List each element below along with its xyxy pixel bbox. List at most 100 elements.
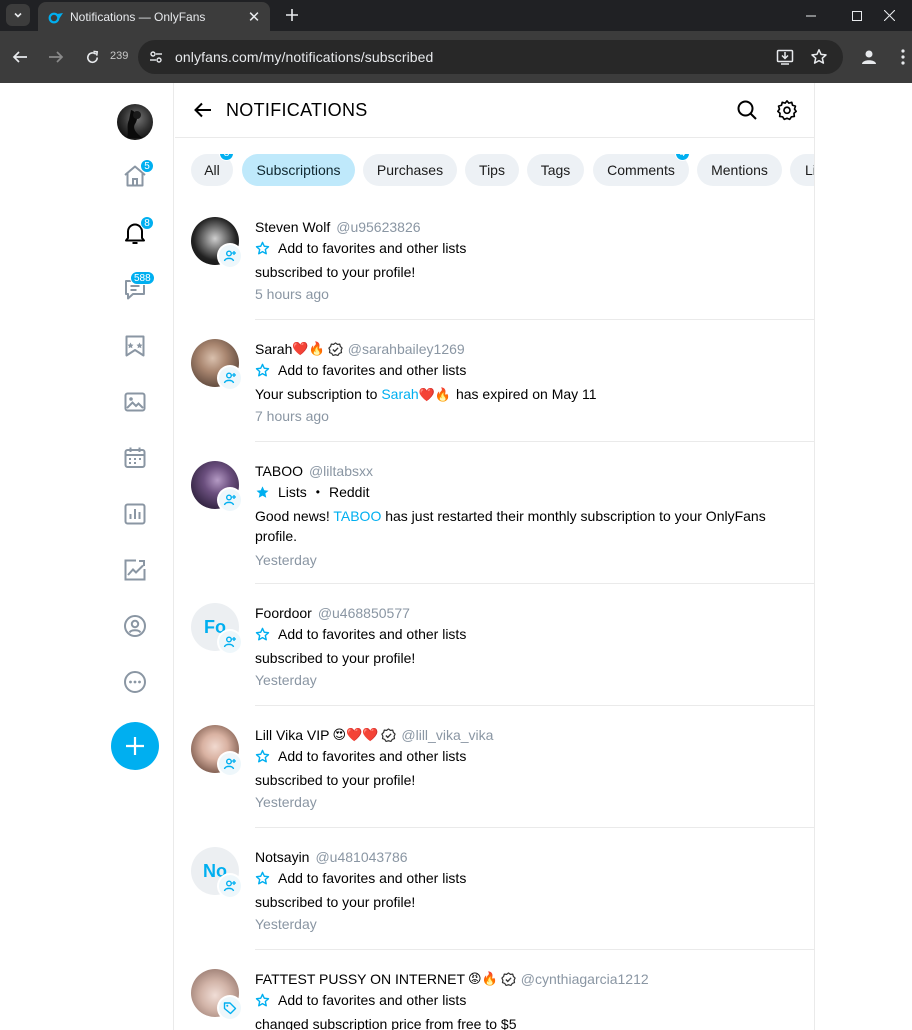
username[interactable]: @lill_vika_vika bbox=[401, 727, 493, 743]
nav-more[interactable] bbox=[121, 668, 149, 696]
username[interactable]: @u481043786 bbox=[315, 849, 407, 865]
nav-statements[interactable] bbox=[121, 500, 149, 528]
search-button[interactable] bbox=[735, 98, 759, 122]
username[interactable]: @liltabsxx bbox=[309, 463, 373, 479]
notification-message: subscribed to your profile! bbox=[255, 650, 416, 666]
add-to-lists[interactable]: Add to favorites and other lists bbox=[255, 362, 466, 378]
link-emojis: ❤️🔥 bbox=[418, 387, 452, 402]
filter-chip-tips[interactable]: Tips bbox=[465, 154, 519, 186]
bar-chart-icon bbox=[124, 503, 146, 525]
settings-button[interactable] bbox=[775, 98, 799, 122]
username[interactable]: @u468850577 bbox=[318, 605, 410, 621]
browser-menu-button[interactable] bbox=[894, 45, 912, 69]
minimize-button[interactable] bbox=[788, 0, 834, 31]
add-to-lists[interactable]: Add to favorites and other lists bbox=[255, 992, 466, 1008]
profile-link[interactable]: TABOO bbox=[333, 508, 381, 524]
divider bbox=[255, 949, 814, 950]
nav-queue[interactable] bbox=[121, 444, 149, 472]
gear-icon bbox=[777, 100, 797, 121]
timestamp: 5 hours ago bbox=[255, 286, 329, 302]
chip-label: Comments bbox=[607, 162, 675, 178]
display-name[interactable]: Steven Wolf bbox=[255, 219, 330, 235]
tab-search-button[interactable] bbox=[6, 4, 30, 26]
user-lists[interactable]: Lists • Reddit bbox=[255, 484, 369, 500]
image-icon bbox=[124, 392, 146, 412]
chip-label: Purchases bbox=[376, 162, 444, 178]
nav-vault[interactable] bbox=[121, 388, 149, 416]
notification-item[interactable]: FATTEST PUSSY ON INTERNET 😡🔥 @cynthiagar… bbox=[175, 957, 814, 1030]
install-app-icon[interactable] bbox=[776, 48, 794, 71]
url-text[interactable]: onlyfans.com/my/notifications/subscribed bbox=[175, 49, 433, 65]
user-avatar[interactable] bbox=[117, 104, 153, 140]
filter-chip-lists[interactable]: Li bbox=[790, 154, 814, 186]
user-plus-icon bbox=[223, 494, 236, 506]
reload-counter: 239 bbox=[110, 50, 129, 62]
filter-chip-comments[interactable]: Comments 4 bbox=[593, 154, 690, 186]
bookmark-star-icon[interactable] bbox=[810, 48, 828, 71]
display-name[interactable]: Sarah bbox=[255, 341, 292, 357]
browser-tab[interactable]: Notifications — OnlyFans ✕ bbox=[38, 2, 270, 31]
nav-notifications[interactable]: 8 bbox=[121, 216, 154, 247]
reload-icon bbox=[86, 50, 98, 63]
add-to-lists[interactable]: Add to favorites and other lists bbox=[255, 870, 466, 886]
add-to-lists-label: Add to favorites and other lists bbox=[278, 240, 467, 256]
profile-button[interactable] bbox=[857, 45, 881, 69]
filter-chip-all[interactable]: All 8 bbox=[191, 154, 234, 186]
close-window-button[interactable] bbox=[866, 0, 912, 31]
divider bbox=[255, 583, 814, 584]
notification-item[interactable]: Sarah ❤️🔥 @sarahbailey1269 Add to favori… bbox=[175, 327, 814, 442]
display-name[interactable]: Foordoor bbox=[255, 605, 312, 621]
notification-message: subscribed to your profile! bbox=[255, 264, 416, 280]
filter-chip-mentions[interactable]: Mentions bbox=[697, 154, 782, 186]
maximize-icon bbox=[852, 10, 862, 21]
chip-label: Subscriptions bbox=[256, 162, 341, 178]
minimize-icon bbox=[806, 15, 816, 16]
add-to-lists[interactable]: Add to favorites and other lists bbox=[255, 626, 466, 642]
username[interactable]: @sarahbailey1269 bbox=[348, 341, 465, 357]
close-tab-icon[interactable]: ✕ bbox=[246, 9, 262, 26]
add-to-lists[interactable]: Add to favorites and other lists bbox=[255, 748, 466, 764]
timestamp: Yesterday bbox=[255, 672, 317, 688]
notification-item[interactable]: Lill Vika VIP 😍❤️❤️ @lill_vika_vika Add … bbox=[175, 713, 814, 828]
new-tab-button[interactable] bbox=[280, 3, 304, 27]
notification-message: Good news! TABOO has just restarted thei… bbox=[255, 506, 795, 546]
display-name[interactable]: Lill Vika VIP bbox=[255, 727, 329, 743]
display-name[interactable]: Notsayin bbox=[255, 849, 309, 865]
verified-check-icon bbox=[381, 727, 397, 742]
timestamp: Yesterday bbox=[255, 916, 317, 932]
filter-chip-subscriptions[interactable]: Subscriptions bbox=[242, 154, 355, 186]
add-to-lists[interactable]: Add to favorites and other lists bbox=[255, 240, 466, 256]
notification-item[interactable]: No Notsayin @u481043786 Add to favorites… bbox=[175, 835, 814, 950]
back-button[interactable] bbox=[7, 44, 33, 70]
username[interactable]: @u95623826 bbox=[336, 219, 420, 235]
bullet-separator: • bbox=[315, 485, 320, 499]
nav-profile[interactable] bbox=[121, 612, 149, 640]
filter-chip-purchases[interactable]: Purchases bbox=[363, 154, 457, 186]
divider bbox=[255, 827, 814, 828]
back-button[interactable] bbox=[191, 98, 215, 122]
nav-collections[interactable] bbox=[121, 332, 149, 360]
onlyfans-logo-icon bbox=[48, 9, 64, 25]
new-post-button[interactable] bbox=[111, 722, 159, 770]
notification-item[interactable]: Fo Foordoor @u468850577 Add to favorites… bbox=[175, 591, 814, 706]
address-bar[interactable]: onlyfans.com/my/notifications/subscribed bbox=[138, 40, 843, 74]
notification-item[interactable]: TABOO @liltabsxx Lists • Reddit Good new… bbox=[175, 449, 814, 584]
username[interactable]: @cynthiagarcia1212 bbox=[521, 971, 649, 987]
notification-message: subscribed to your profile! bbox=[255, 894, 416, 910]
display-name[interactable]: TABOO bbox=[255, 463, 303, 479]
nav-messages[interactable]: 588 bbox=[121, 271, 155, 303]
reload-button[interactable] bbox=[79, 44, 105, 70]
nav-home[interactable]: 5 bbox=[121, 159, 154, 190]
site-info-icon[interactable] bbox=[146, 47, 166, 67]
left-sidebar: 5 8 588 bbox=[0, 83, 174, 1030]
name-emojis: ❤️🔥 bbox=[292, 341, 325, 356]
display-name[interactable]: FATTEST PUSSY ON INTERNET bbox=[255, 971, 465, 987]
notification-message: changed subscription price from free to … bbox=[255, 1016, 517, 1030]
filter-chip-tags[interactable]: Tags bbox=[527, 154, 584, 186]
forward-button[interactable] bbox=[43, 44, 69, 70]
notification-item[interactable]: Steven Wolf @u95623826 Add to favorites … bbox=[175, 205, 814, 320]
chip-label: All bbox=[204, 162, 220, 178]
profile-link[interactable]: Sarah bbox=[381, 386, 418, 402]
home-badge: 5 bbox=[140, 159, 154, 173]
nav-statistics[interactable] bbox=[121, 556, 149, 584]
